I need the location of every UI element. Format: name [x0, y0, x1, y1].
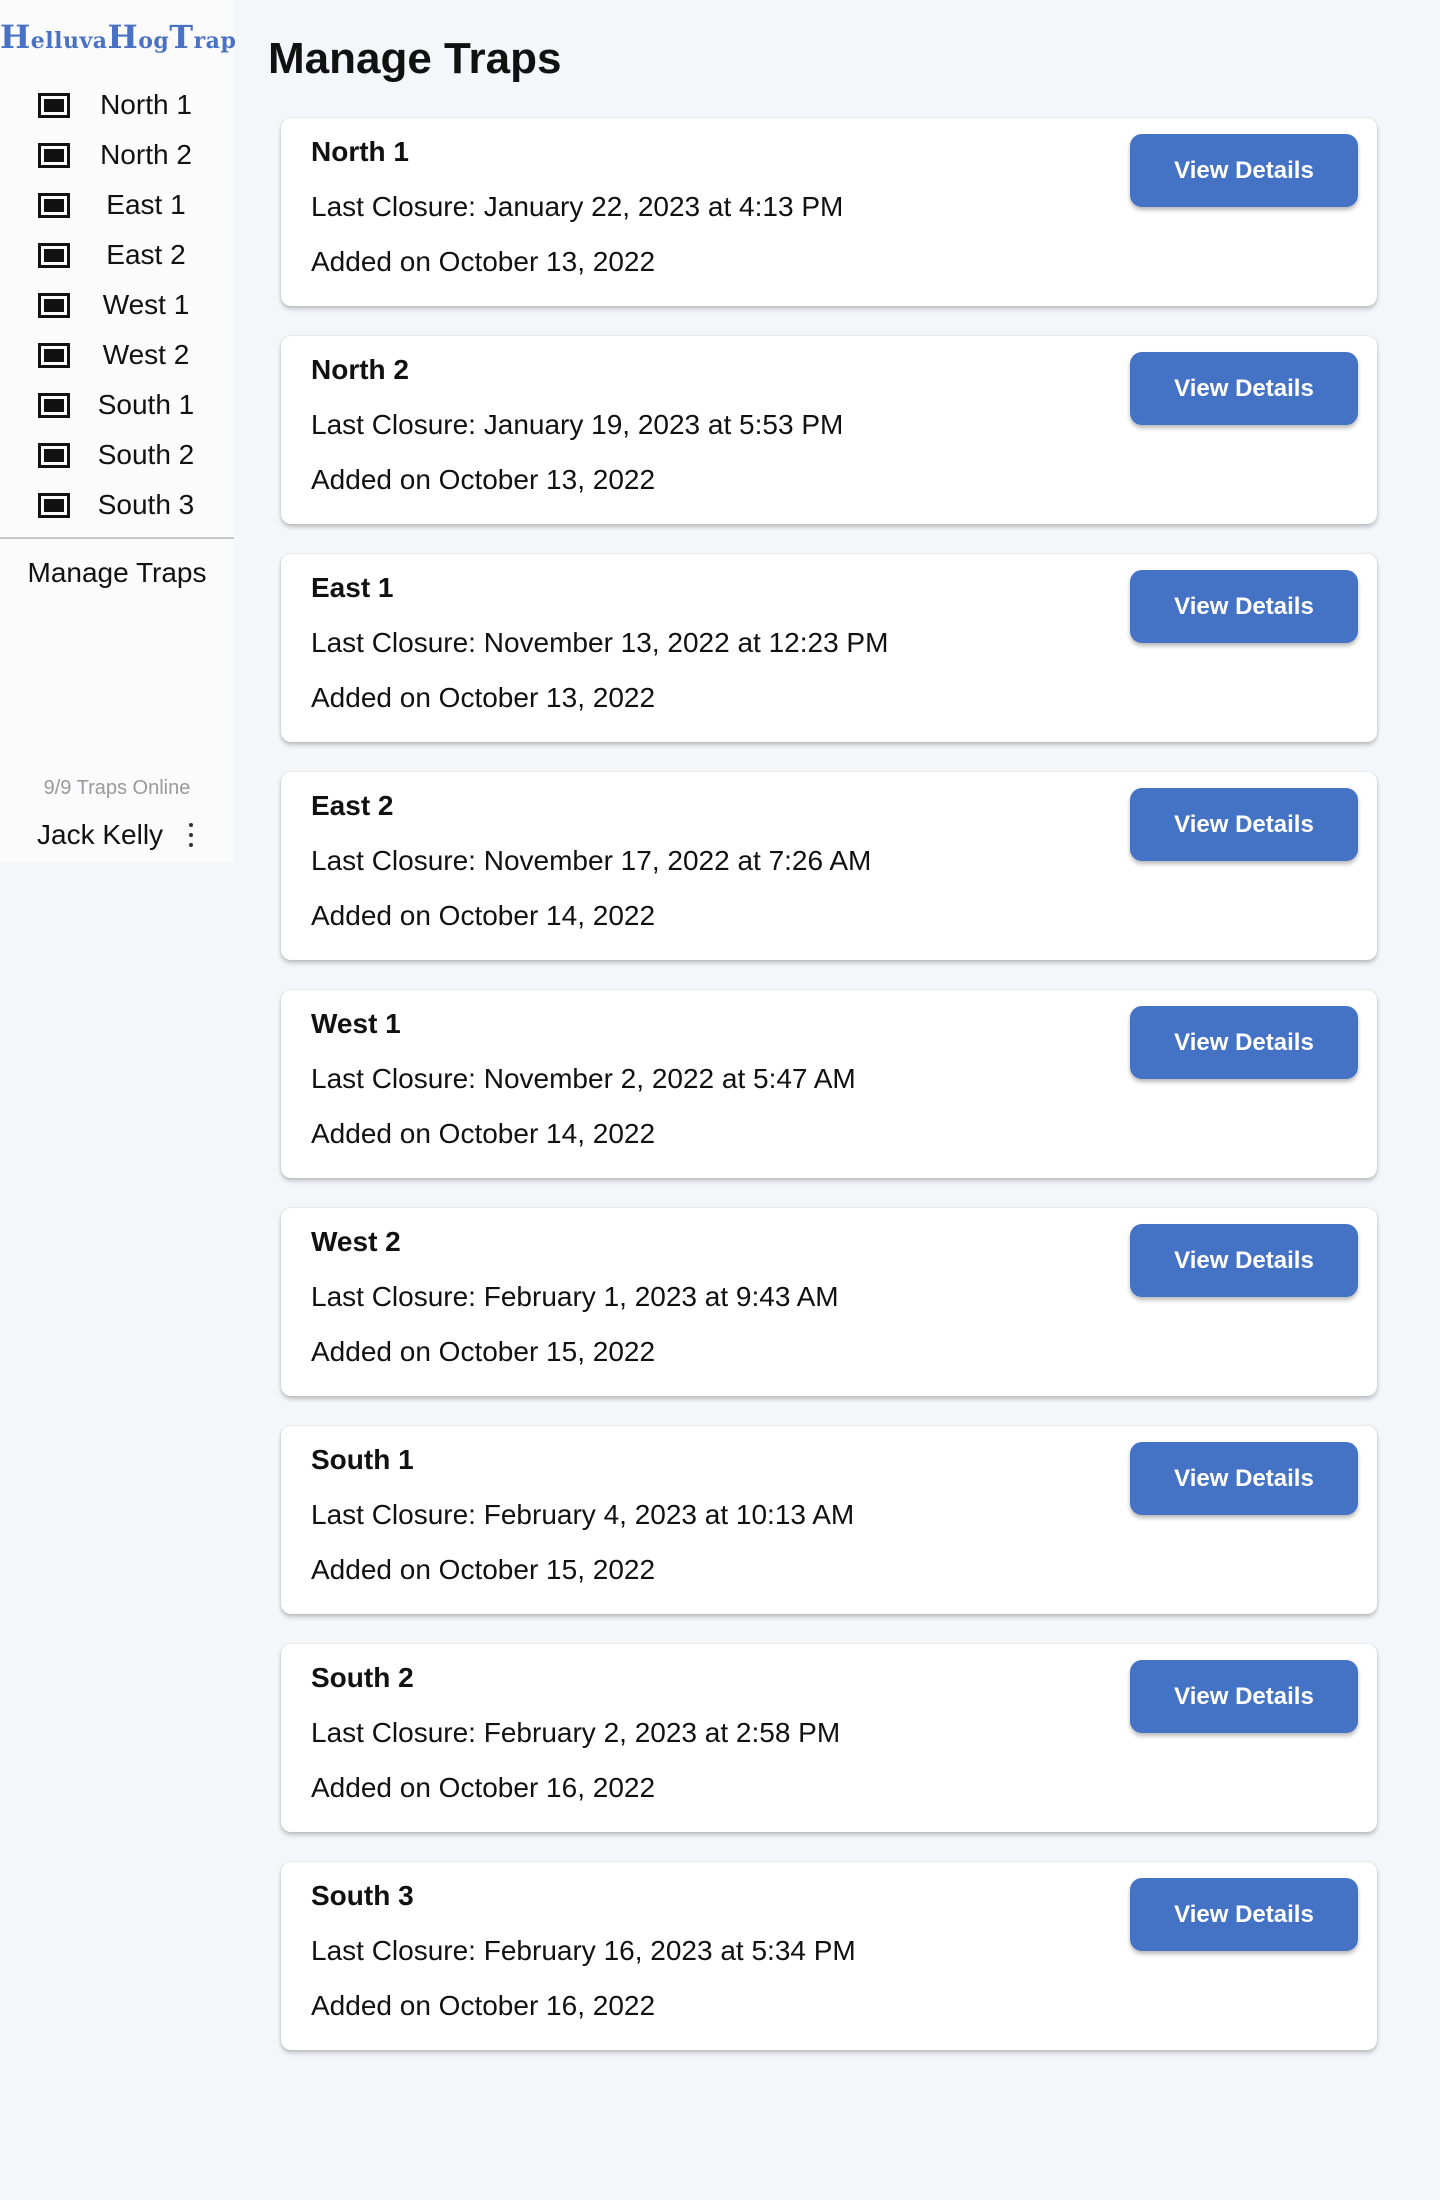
sidebar-item-label: North 2	[100, 139, 192, 170]
sidebar-item-label: South 3	[97, 489, 195, 520]
trap-name: South 3	[311, 1880, 414, 1911]
sidebar-item-north-1[interactable]: North 1	[0, 80, 234, 130]
view-details-button[interactable]: View Details	[1130, 788, 1358, 861]
trap-card: North 2 Last Closure: January 19, 2023 a…	[281, 336, 1377, 524]
trap-icon	[38, 192, 70, 218]
trap-icon	[38, 242, 70, 268]
sidebar-item-south-2[interactable]: South 2	[0, 430, 234, 480]
trap-icon	[38, 292, 70, 318]
sidebar-item-label: West 2	[102, 339, 190, 370]
logo-text: og	[138, 28, 170, 54]
trap-added-date: Added on October 13, 2022	[311, 682, 656, 713]
trap-last-closure: Last Closure: November 17, 2022 at 7:26 …	[311, 845, 872, 876]
trap-card: East 2 Last Closure: November 17, 2022 a…	[281, 772, 1377, 960]
sidebar-item-label: East 2	[106, 239, 186, 270]
trap-added-date: Added on October 15, 2022	[311, 1336, 656, 1367]
more-vertical-icon[interactable]	[181, 820, 201, 850]
sidebar-item-east-1[interactable]: East 1	[0, 180, 234, 230]
sidebar-item-west-2[interactable]: West 2	[0, 330, 234, 380]
sidebar-item-south-3[interactable]: South 3	[0, 480, 234, 530]
trap-icon	[38, 392, 70, 418]
sidebar-item-east-2[interactable]: East 2	[0, 230, 234, 280]
view-details-button[interactable]: View Details	[1130, 352, 1358, 425]
sidebar-item-south-1[interactable]: South 1	[0, 380, 234, 430]
view-details-button[interactable]: View Details	[1130, 570, 1358, 643]
trap-card: South 2 Last Closure: February 2, 2023 a…	[281, 1644, 1377, 1832]
trap-name: West 1	[311, 1008, 401, 1039]
view-details-button[interactable]: View Details	[1130, 1442, 1358, 1515]
trap-icon	[38, 342, 70, 368]
sidebar-divider	[0, 537, 234, 539]
view-details-button[interactable]: View Details	[1130, 1224, 1358, 1297]
trap-name: South 1	[311, 1444, 414, 1475]
trap-added-date: Added on October 16, 2022	[311, 1772, 656, 1803]
logo-letter: H	[107, 18, 139, 56]
sidebar-item-label: South 2	[97, 439, 195, 470]
trap-card: West 1 Last Closure: November 2, 2022 at…	[281, 990, 1377, 1178]
view-details-button[interactable]: View Details	[1130, 1660, 1358, 1733]
user-name: Jack Kelly	[37, 819, 164, 850]
trap-last-closure: Last Closure: November 2, 2022 at 5:47 A…	[311, 1063, 856, 1094]
sidebar-item-label: South 1	[97, 389, 195, 420]
sidebar-item-north-2[interactable]: North 2	[0, 130, 234, 180]
trap-card: West 2 Last Closure: February 1, 2023 at…	[281, 1208, 1377, 1396]
logo-text: elluva	[30, 28, 108, 54]
sidebar-item-west-1[interactable]: West 1	[0, 280, 234, 330]
logo-text: rap	[193, 28, 237, 54]
logo-letter: T	[169, 18, 194, 56]
trap-name: North 2	[311, 354, 409, 385]
sidebar-item-manage-traps[interactable]: Manage Traps	[0, 557, 234, 589]
trap-card: East 1 Last Closure: November 13, 2022 a…	[281, 554, 1377, 742]
trap-name: East 1	[311, 572, 394, 603]
sidebar-item-label: West 1	[102, 289, 190, 320]
trap-last-closure: Last Closure: February 2, 2023 at 2:58 P…	[311, 1717, 841, 1748]
trap-card: North 1 Last Closure: January 22, 2023 a…	[281, 118, 1377, 306]
trap-icon	[38, 442, 70, 468]
view-details-button[interactable]: View Details	[1130, 134, 1358, 207]
trap-last-closure: Last Closure: November 13, 2022 at 12:23…	[311, 627, 889, 658]
trap-card: South 3 Last Closure: February 16, 2023 …	[281, 1862, 1377, 2050]
view-details-button[interactable]: View Details	[1130, 1006, 1358, 1079]
trap-added-date: Added on October 15, 2022	[311, 1554, 656, 1585]
trap-card: South 1 Last Closure: February 4, 2023 a…	[281, 1426, 1377, 1614]
trap-icon	[38, 92, 70, 118]
trap-icon	[38, 142, 70, 168]
trap-added-date: Added on October 16, 2022	[311, 1990, 656, 2021]
trap-last-closure: Last Closure: February 16, 2023 at 5:34 …	[311, 1935, 856, 1966]
trap-last-closure: Last Closure: February 1, 2023 at 9:43 A…	[311, 1281, 839, 1312]
trap-nav-list: North 1 North 2 East 1 East 2 West 1 Wes…	[0, 80, 234, 530]
trap-last-closure: Last Closure: January 22, 2023 at 4:13 P…	[311, 191, 844, 222]
trap-name: West 2	[311, 1226, 401, 1257]
trap-last-closure: Last Closure: February 4, 2023 at 10:13 …	[311, 1499, 855, 1530]
trap-last-closure: Last Closure: January 19, 2023 at 5:53 P…	[311, 409, 844, 440]
traps-online-status: 9/9 Traps Online	[43, 777, 191, 799]
trap-name: North 1	[311, 136, 409, 167]
sidebar-item-label: North 1	[100, 89, 192, 120]
trap-icon	[38, 492, 70, 518]
trap-added-date: Added on October 13, 2022	[311, 246, 656, 277]
view-details-button[interactable]: View Details	[1130, 1878, 1358, 1951]
sidebar: HelluvaHogTrap North 1 North 2 East 1 Ea…	[0, 0, 237, 862]
trap-added-date: Added on October 14, 2022	[311, 1118, 656, 1149]
trap-name: South 2	[311, 1662, 414, 1693]
app-logo[interactable]: HelluvaHogTrap	[0, 18, 237, 56]
trap-added-date: Added on October 13, 2022	[311, 464, 656, 495]
user-profile: Jack Kelly	[37, 815, 217, 855]
page-title: Manage Traps	[268, 34, 562, 83]
trap-added-date: Added on October 14, 2022	[311, 900, 656, 931]
logo-letter: H	[0, 18, 31, 56]
trap-name: East 2	[311, 790, 394, 821]
sidebar-item-label: East 1	[106, 189, 186, 220]
